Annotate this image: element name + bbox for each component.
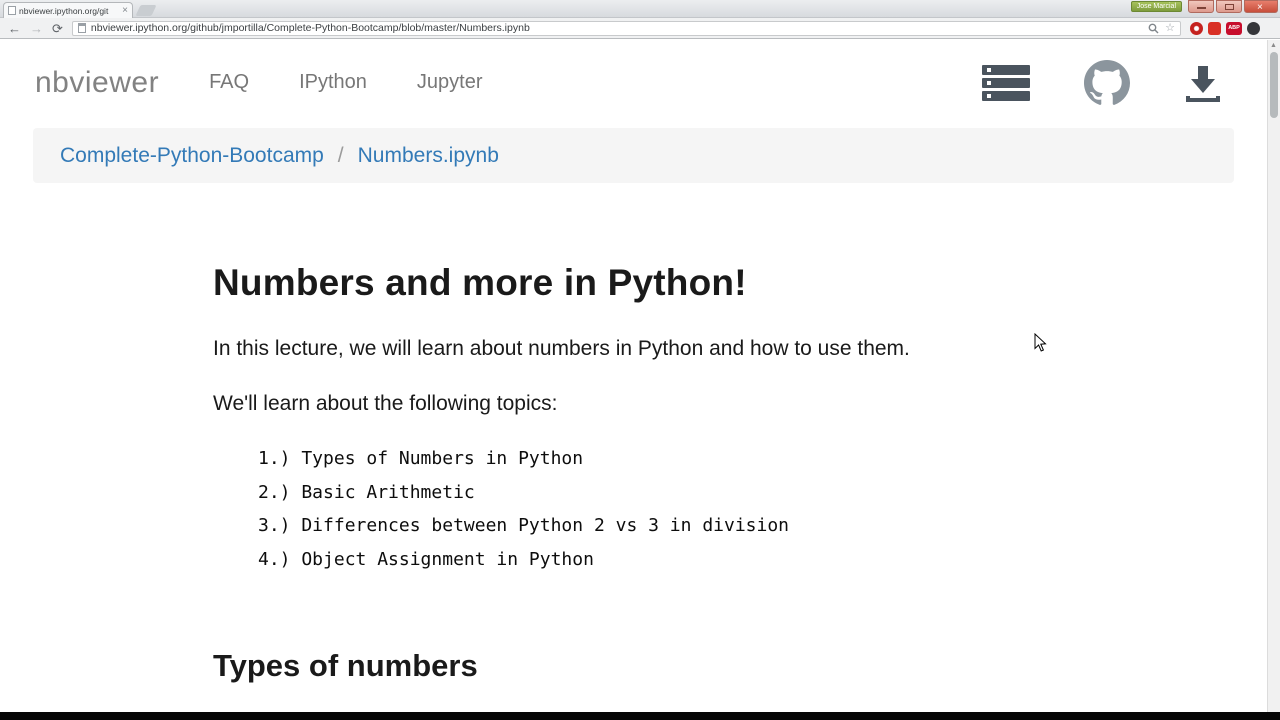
tab-title: nbviewer.ipython.org/git xyxy=(19,5,109,16)
breadcrumb-file-link[interactable]: Numbers.ipynb xyxy=(358,144,499,168)
minimize-button[interactable] xyxy=(1188,0,1214,13)
browser-tab[interactable]: nbviewer.ipython.org/git × xyxy=(3,2,133,18)
download-icon[interactable] xyxy=(1184,63,1222,103)
browser-titlebar: nbviewer.ipython.org/git × Jose Marcial … xyxy=(0,0,1280,18)
topic-item: 4.) Object Assignment in Python xyxy=(258,548,594,570)
nbviewer-logo[interactable]: nbviewer xyxy=(35,66,159,100)
close-window-button[interactable]: × xyxy=(1244,0,1278,13)
scroll-up-icon[interactable]: ▲ xyxy=(1270,42,1277,49)
breadcrumb-separator: / xyxy=(337,143,344,167)
tab-close-icon[interactable]: × xyxy=(122,5,128,16)
topics-lead: We'll learn about the following topics: xyxy=(213,392,558,415)
site-nav: FAQ IPython Jupyter xyxy=(209,71,982,94)
browser-navbar: ← → ⟳ nbviewer.ipython.org/github/jmport… xyxy=(0,18,1280,39)
adblock-plus-icon[interactable]: ABP xyxy=(1226,21,1242,35)
tab-favicon-icon xyxy=(8,6,16,15)
back-icon[interactable]: ← xyxy=(8,22,21,35)
topics-list: 1.) Types of Numbers in Python 2.) Basic… xyxy=(258,442,1267,576)
url-text[interactable]: nbviewer.ipython.org/github/jmportilla/C… xyxy=(91,22,1143,34)
refresh-icon[interactable]: ⟳ xyxy=(52,22,63,35)
notebook-intro: In this lecture, we will learn about num… xyxy=(213,337,910,360)
scrollbar-thumb[interactable] xyxy=(1270,52,1278,118)
breadcrumb-repo-link[interactable]: Complete-Python-Bootcamp xyxy=(60,144,324,168)
section-title: Types of numbers xyxy=(213,648,478,683)
bottom-bar xyxy=(0,712,1280,720)
notebook-content: Numbers and more in Python! In this lect… xyxy=(0,262,1267,684)
close-window-icon: × xyxy=(1257,2,1263,13)
topic-item: 3.) Differences between Python 2 vs 3 in… xyxy=(258,515,790,536)
site-header: nbviewer FAQ IPython Jupyter xyxy=(0,39,1267,126)
nav-item-ipython[interactable]: IPython xyxy=(299,71,367,94)
nav-item-jupyter[interactable]: Jupyter xyxy=(417,71,483,94)
nbviewer-page: nbviewer FAQ IPython Jupyter Complete-Py… xyxy=(0,39,1267,684)
breadcrumb: Complete-Python-Bootcamp / Numbers.ipynb xyxy=(33,128,1234,183)
bookmark-star-icon[interactable]: ☆ xyxy=(1165,22,1175,34)
maximize-button[interactable] xyxy=(1216,0,1242,13)
page-icon xyxy=(77,23,86,33)
address-bar[interactable]: nbviewer.ipython.org/github/jmportilla/C… xyxy=(71,20,1181,36)
extension-icons: ABP xyxy=(1190,21,1272,35)
extension-dark-icon[interactable] xyxy=(1247,21,1260,35)
topic-item: 1.) Types of Numbers in Python xyxy=(258,448,584,469)
header-icons xyxy=(982,59,1222,106)
forward-icon[interactable]: → xyxy=(30,22,43,35)
github-icon[interactable] xyxy=(1084,59,1130,106)
nav-item-faq[interactable]: FAQ xyxy=(209,71,249,94)
user-badge: Jose Marcial xyxy=(1130,1,1182,12)
notebook-title: Numbers and more in Python! xyxy=(213,262,747,303)
notebook-list-icon[interactable] xyxy=(982,64,1030,101)
window-controls: Jose Marcial × xyxy=(1130,0,1278,13)
topic-item: 2.) Basic Arithmetic xyxy=(258,481,475,503)
zoom-search-icon[interactable] xyxy=(1148,23,1159,34)
scrollbar[interactable]: ▲ xyxy=(1267,40,1280,712)
extension-record-icon[interactable] xyxy=(1190,21,1203,35)
extension-red-icon[interactable] xyxy=(1208,21,1221,35)
new-tab-button[interactable] xyxy=(135,5,157,16)
